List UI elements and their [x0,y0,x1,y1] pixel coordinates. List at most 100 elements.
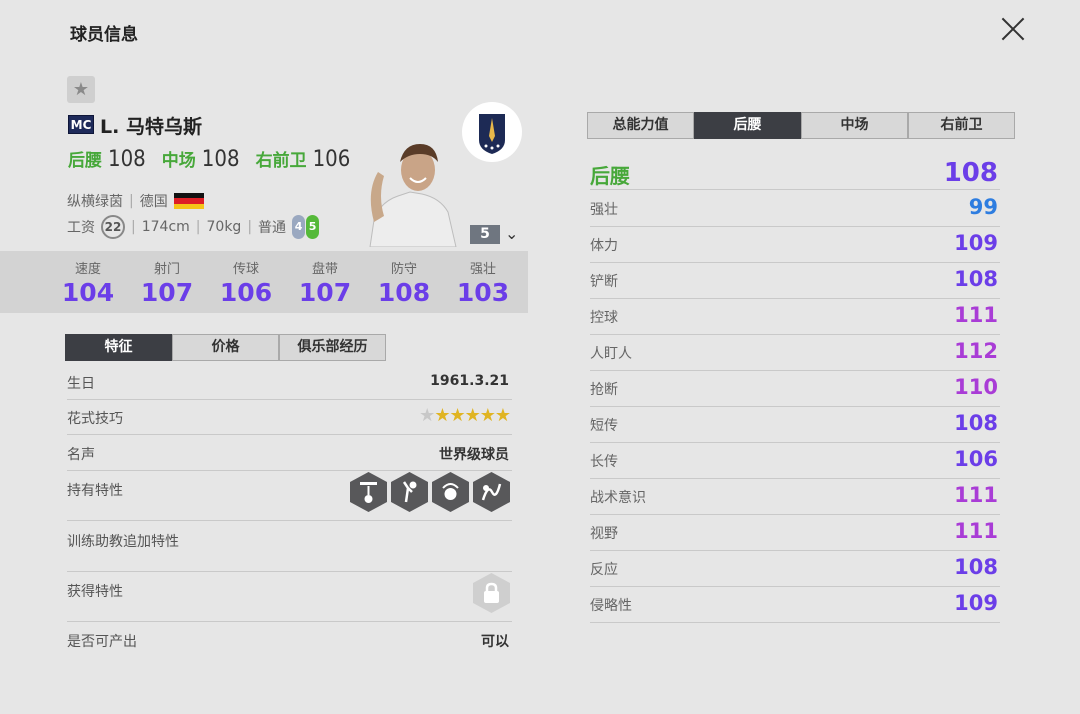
weight: 70kg [206,219,242,235]
position-name: 后腰 [68,151,102,171]
attribute-header: 后腰 108 [590,158,1000,190]
attribute-label: 铲断 [590,274,618,290]
attribute-value: 109 [954,231,998,255]
attribute-value: 111 [954,303,998,327]
acquired-traits-row: 获得特性 [67,573,512,622]
star-empty-icon: ★ [419,405,435,426]
info-tabs: 特征 价格 俱乐部经历 [65,334,386,361]
attribute-row: 强壮 99 [590,191,1000,227]
producible-row: 是否可产出 可以 [67,631,512,653]
stat-shooting: 射门 107 [140,262,194,307]
attribute-label: 强壮 [590,202,618,218]
tab-traits[interactable]: 特征 [65,334,172,361]
position-name: 右前卫 [255,151,307,171]
salary-badge: 22 [101,215,125,239]
dribble-run-icon[interactable] [473,472,510,512]
salary-label: 工资 [67,220,95,236]
attribute-row: 控球 111 [590,299,1000,335]
attribute-row: 视野 111 [590,515,1000,551]
attribute-label: 长传 [590,454,618,470]
attribute-value: 111 [954,483,998,507]
season-emblem-icon [462,102,522,162]
position-badge: MC [68,115,94,134]
attribute-row: 人盯人 112 [590,335,1000,371]
tab-club-history[interactable]: 俱乐部经历 [279,334,386,361]
attribute-row: 反应 108 [590,551,1000,587]
stat-physical: 强壮 103 [456,262,510,307]
stat-defending: 防守 108 [377,262,431,307]
attribute-value: 108 [954,411,998,435]
tab-price[interactable]: 价格 [172,334,279,361]
attribute-label: 控球 [590,310,618,326]
attribute-row: 短传 108 [590,407,1000,443]
attribute-label: 反应 [590,562,618,578]
long-shot-icon[interactable] [350,472,387,512]
position-value: 108 [201,147,240,172]
attribute-value: 109 [954,591,998,615]
attribute-position-label: 后腰 [590,164,630,188]
skill-stars: ★★★★★★ [419,405,511,426]
chevron-down-icon[interactable]: ⌄ [505,224,518,243]
club-nation-line: 纵横绿茵 | 德国 [67,191,204,211]
attribute-label: 短传 [590,418,618,434]
attribute-row: 铲断 108 [590,263,1000,299]
tab-cm[interactable]: 中场 [801,112,908,139]
stat-speed: 速度 104 [61,262,115,307]
attribute-label: 战术意识 [590,490,646,506]
player-name: L. 马特乌斯 [100,116,202,138]
attribute-value: 108 [954,555,998,579]
attribute-row: 侵略性 109 [590,587,1000,623]
weak-foot-badge: 4 [292,215,306,239]
player-photo [369,144,457,247]
attribute-tabs: 总能力值 后腰 中场 右前卫 [587,112,1015,139]
held-traits-row: 持有特性 [67,472,512,521]
attribute-label: 视野 [590,526,618,542]
fame-value: 世界级球员 [439,447,509,463]
attribute-value: 99 [968,195,998,219]
height: 174cm [141,219,190,235]
attribute-label: 侵略性 [590,598,632,614]
fame-row: 名声 世界级球员 [67,444,512,471]
attribute-value: 110 [954,375,998,399]
power-header-icon[interactable] [391,472,428,512]
attribute-row: 体力 109 [590,227,1000,263]
strong-foot-badge: 5 [306,215,320,239]
attribute-value: 108 [954,267,998,291]
coach-traits-row: 训练助教追加特性 [67,531,512,572]
skill-moves-row: 花式技巧 ★★★★★★ [67,405,512,435]
birthday-value: 1961.3.21 [430,373,509,389]
attribute-row: 长传 106 [590,443,1000,479]
star-filled-icon: ★★★★★ [434,405,511,426]
tab-rm[interactable]: 右前卫 [908,112,1015,139]
position-value: 108 [108,147,146,172]
position-ratings: 后腰 108 中场 108 右前卫 106 [68,146,360,172]
attribute-value: 106 [954,447,998,471]
body-type: 普通 [258,220,287,236]
player-info-line: 工资 22 | 174cm | 70kg | 普通 4 5 [67,215,320,239]
main-stats-bar: 速度 104 射门 107 传球 106 盘带 107 防守 108 强壮 10… [0,251,528,313]
germany-flag-icon [173,193,204,209]
producible-value: 可以 [481,634,509,650]
lock-icon[interactable] [473,573,510,613]
birthday-row: 生日 1961.3.21 [67,373,512,400]
attribute-label: 体力 [590,238,618,254]
club-name: 纵横绿茵 [67,194,123,210]
attribute-label: 抢断 [590,382,618,398]
attribute-position-value: 108 [943,158,998,188]
favorite-star-button[interactable]: ★ [67,76,95,103]
tab-overall[interactable]: 总能力值 [587,112,694,139]
enhance-level-badge[interactable]: 5 [470,225,500,244]
close-icon[interactable] [996,12,1030,46]
position-name: 中场 [161,151,196,171]
attribute-value: 111 [954,519,998,543]
attribute-row: 抢断 110 [590,371,1000,407]
attribute-label: 人盯人 [590,346,632,362]
stat-dribbling: 盘带 107 [298,262,352,307]
power-kick-icon[interactable] [432,472,469,512]
position-value: 106 [312,147,351,172]
attribute-row: 战术意识 111 [590,479,1000,515]
attribute-value: 112 [954,339,998,363]
tab-cdm[interactable]: 后腰 [694,112,801,139]
page-title: 球员信息 [70,25,138,45]
stat-passing: 传球 106 [219,262,273,307]
